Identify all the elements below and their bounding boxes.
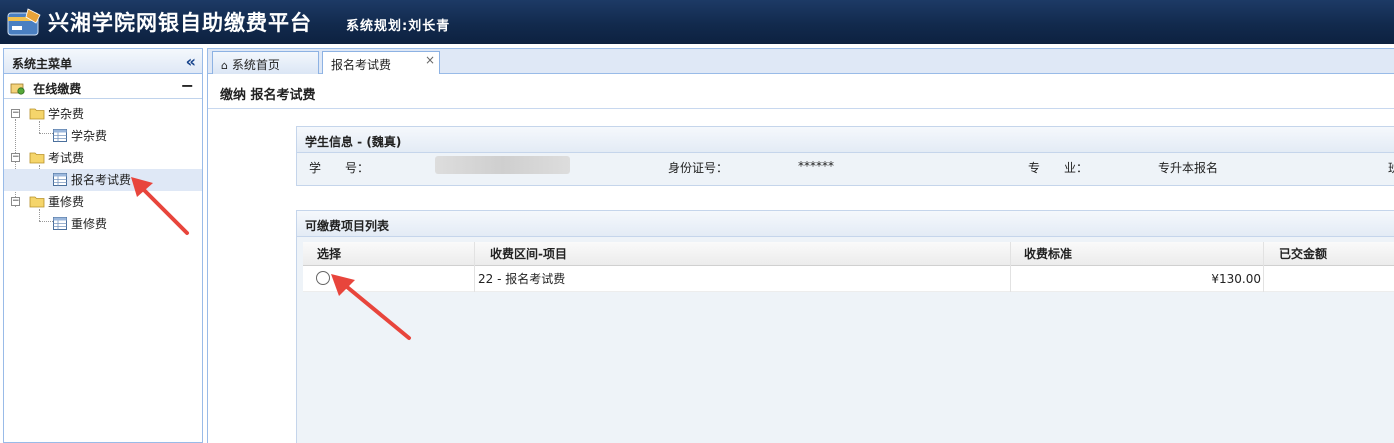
accordion-online-payment[interactable]: 在线缴费 − — [4, 74, 202, 99]
col-divider — [1010, 266, 1011, 292]
col-divider — [474, 242, 475, 266]
class-label: 班 — [1388, 159, 1394, 176]
card-logo-icon — [7, 8, 41, 36]
col-divider — [1263, 266, 1264, 292]
collapse-sidebar-icon[interactable]: « — [186, 52, 196, 71]
tree-leaf-exam-registration[interactable]: 报名考试费 — [4, 169, 202, 191]
col-divider — [474, 266, 475, 292]
table-icon — [53, 129, 67, 142]
home-icon: ⌂ — [221, 59, 228, 72]
tree-node-label: 考试费 — [48, 151, 85, 165]
menu-tree: − 学杂费 学杂费 − 考试费 报名考试费 − 重修费 重修费 — [4, 99, 202, 235]
table-icon — [53, 217, 67, 230]
col-divider — [1010, 242, 1011, 266]
tree-node-tuition[interactable]: − 学杂费 — [4, 103, 202, 125]
content-area: 学生信息 - (魏真) 学 号： 身份证号： ****** 专 业： 专升本报名… — [208, 109, 1394, 443]
payment-icon — [10, 83, 25, 95]
col-standard: 收费标准 — [1024, 247, 1073, 261]
tree-collapse-icon[interactable]: − — [11, 153, 20, 162]
col-select: 选择 — [317, 247, 342, 261]
tree-leaf-tuition[interactable]: 学杂费 — [4, 125, 202, 147]
close-icon[interactable]: × — [425, 53, 435, 67]
student-no-value-redacted — [435, 156, 570, 174]
tab-label: 报名考试费 — [331, 58, 392, 72]
sidebar: 系统主菜单 « 在线缴费 − − 学杂费 学杂费 − 考试费 报名考试费 − 重… — [3, 48, 203, 443]
tab-exam-registration[interactable]: 报名考试费 × — [322, 51, 440, 75]
tree-node-label: 学杂费 — [48, 107, 85, 121]
folder-icon — [29, 196, 45, 208]
table-icon — [53, 173, 67, 186]
sidebar-title: 系统主菜单 — [12, 57, 73, 71]
fee-list-panel: 可缴费项目列表 选择 收费区间-项目 收费标准 已交金额 22 - 报名考试费 … — [296, 210, 1394, 443]
tab-home[interactable]: ⌂ 系统首页 — [212, 51, 319, 74]
id-value: ****** — [798, 159, 834, 173]
tree-node-label: 重修费 — [48, 195, 85, 209]
tree-collapse-icon[interactable]: − — [11, 197, 20, 206]
fee-list-title: 可缴费项目列表 — [297, 211, 1394, 237]
app-header: 兴湘学院网银自助缴费平台 系统规划:刘长青 — [0, 0, 1394, 44]
sidebar-header: 系统主菜单 « — [4, 49, 202, 74]
tree-node-exam-fee[interactable]: − 考试费 — [4, 147, 202, 169]
major-value: 专升本报名 — [1158, 161, 1219, 175]
select-radio[interactable] — [316, 271, 330, 285]
tree-node-retake-fee[interactable]: − 重修费 — [4, 191, 202, 213]
app-title: 兴湘学院网银自助缴费平台 — [48, 11, 312, 35]
id-label: 身份证号： — [668, 161, 729, 175]
grid-header: 选择 收费区间-项目 收费标准 已交金额 — [303, 242, 1394, 266]
tree-leaf-label: 重修费 — [71, 217, 108, 231]
folder-icon — [29, 108, 45, 120]
student-no-label: 学 号： — [309, 161, 370, 175]
tab-label: 系统首页 — [231, 58, 280, 72]
folder-icon — [29, 152, 45, 164]
tab-bar: ⌂ 系统首页 报名考试费 × — [207, 48, 1394, 75]
student-info-row: 学 号： 身份证号： ****** 专 业： 专升本报名 班 — [297, 153, 1394, 179]
accordion-title: 在线缴费 — [33, 82, 82, 96]
col-divider — [1263, 242, 1264, 266]
major-label: 专 业： — [1028, 161, 1089, 175]
table-row[interactable]: 22 - 报名考试费 ¥130.00 — [303, 266, 1394, 292]
col-item: 收费区间-项目 — [490, 247, 567, 261]
app-subtitle: 系统规划:刘长青 — [346, 19, 451, 34]
tree-leaf-label: 学杂费 — [71, 129, 108, 143]
col-paid: 已交金额 — [1279, 247, 1328, 261]
cell-item: 22 - 报名考试费 — [478, 272, 566, 286]
accordion-collapse-icon[interactable]: − — [181, 76, 194, 95]
tree-collapse-icon[interactable]: − — [11, 109, 20, 118]
tree-leaf-label: 报名考试费 — [71, 173, 132, 187]
cell-standard: ¥130.00 — [1211, 272, 1261, 286]
page-title: 缴纳 报名考试费 — [220, 88, 316, 103]
student-info-panel: 学生信息 - (魏真) 学 号： 身份证号： ****** 专 业： 专升本报名… — [296, 126, 1394, 186]
main-content: 缴纳 报名考试费 学生信息 - (魏真) 学 号： 身份证号： ****** 专… — [207, 74, 1394, 443]
fee-grid: 选择 收费区间-项目 收费标准 已交金额 22 - 报名考试费 ¥130.00 — [303, 242, 1394, 292]
student-info-title: 学生信息 - (魏真) — [297, 127, 1394, 153]
tree-leaf-retake[interactable]: 重修费 — [4, 213, 202, 235]
